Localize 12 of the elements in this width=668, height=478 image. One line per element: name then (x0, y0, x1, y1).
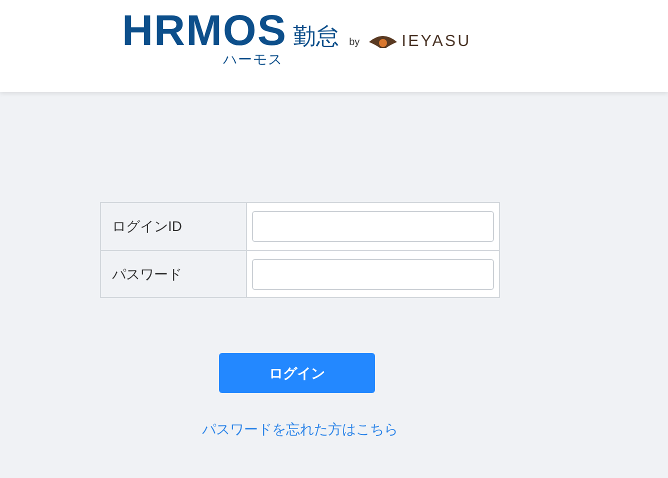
field-label: パスワード (101, 251, 247, 297)
forgot-password-link[interactable]: パスワードを忘れた方はこちら (202, 419, 398, 440)
input-field[interactable] (252, 258, 494, 290)
input-field[interactable] (252, 211, 494, 242)
field-label: ログインID (101, 203, 247, 250)
brand-logo: HRMOS (122, 12, 288, 50)
login-button[interactable]: ログイン (219, 353, 375, 393)
partner-logo: IEYASU (402, 32, 472, 52)
fan-icon (368, 34, 398, 50)
product-name: 勤怠 (293, 22, 340, 50)
brand-reading: ハーモス (223, 50, 284, 68)
by-label: by (349, 36, 360, 50)
